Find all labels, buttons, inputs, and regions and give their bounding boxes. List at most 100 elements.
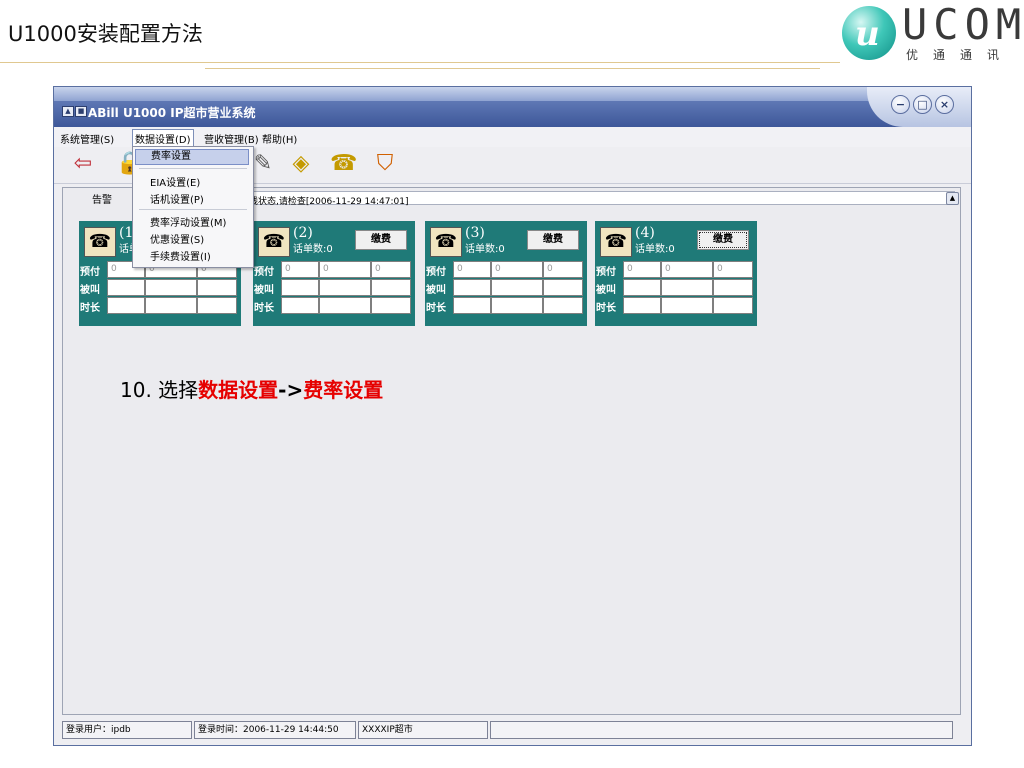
duration-row: 时长 xyxy=(79,297,241,314)
called-field[interactable] xyxy=(713,279,753,296)
duration-row: 时长 xyxy=(595,297,757,314)
duration-field[interactable] xyxy=(197,297,237,314)
alarm-message: 线状态,请检查[2006-11-29 14:47:01] xyxy=(249,197,409,207)
status-user: 登录用户：ipdb xyxy=(62,721,192,739)
menu-item-phone-settings[interactable]: 话机设置(P) xyxy=(150,191,204,206)
called-field[interactable] xyxy=(197,279,237,296)
duration-field[interactable] xyxy=(371,297,411,314)
called-field[interactable] xyxy=(107,279,145,296)
prepay-field[interactable]: 0 xyxy=(319,261,371,278)
prepay-field[interactable]: 0 xyxy=(371,261,411,278)
phone-icon[interactable]: ☎ xyxy=(600,227,632,257)
duration-field[interactable] xyxy=(713,297,753,314)
called-label: 被叫 xyxy=(80,285,100,296)
called-field[interactable] xyxy=(543,279,583,296)
pay-button[interactable]: 缴费 xyxy=(527,230,579,250)
terminal-number: (3) xyxy=(465,225,485,241)
prepay-row: 预付 0 0 0 xyxy=(425,261,587,278)
duration-field[interactable] xyxy=(319,297,371,314)
window-menu-icon[interactable]: ▲ xyxy=(62,106,74,117)
called-label: 被叫 xyxy=(596,285,616,296)
duration-field[interactable] xyxy=(491,297,543,314)
tab-alarm[interactable]: 告警 xyxy=(92,191,112,206)
status-login-time: 登录时间：2006-11-29 14:44:50 xyxy=(194,721,356,739)
phone-icon[interactable]: ☎ xyxy=(84,227,116,257)
menu-item-fee-settings[interactable]: 手续费设置(I) xyxy=(150,248,211,263)
called-label: 被叫 xyxy=(426,285,446,296)
duration-label: 时长 xyxy=(254,303,274,314)
called-field[interactable] xyxy=(661,279,713,296)
logo-letter: u xyxy=(855,14,880,54)
terminal-call-count: 话单数:0 xyxy=(635,244,675,255)
telephone-icon[interactable]: ☎ xyxy=(330,151,357,177)
called-field[interactable] xyxy=(281,279,319,296)
window-title: ABill U1000 IP超市营业系统 xyxy=(88,106,256,120)
annotation-item: 费率设置 xyxy=(303,378,384,402)
called-field[interactable] xyxy=(319,279,371,296)
duration-field[interactable] xyxy=(453,297,491,314)
annotation-prefix: 10. 选择 xyxy=(120,378,199,402)
ucom-logo: u UCOM 优通通讯 xyxy=(842,0,1022,64)
prepay-label: 预付 xyxy=(596,267,616,278)
called-field[interactable] xyxy=(453,279,491,296)
prepay-row: 预付 0 0 0 xyxy=(253,261,415,278)
duration-label: 时长 xyxy=(426,303,446,314)
logo-emblem-icon: u xyxy=(842,6,896,60)
called-label: 被叫 xyxy=(254,285,274,296)
called-field[interactable] xyxy=(491,279,543,296)
pay-button[interactable]: 缴费 xyxy=(355,230,407,250)
window-controls: − □ × xyxy=(867,87,971,127)
phone-icon[interactable]: ☎ xyxy=(258,227,290,257)
shield-icon[interactable]: ⛉ xyxy=(372,151,398,177)
pay-button[interactable]: 缴费 xyxy=(697,230,749,250)
step-annotation: 10. 选择数据设置->费率设置 xyxy=(120,374,383,403)
header-divider-secondary xyxy=(205,68,820,69)
duration-field[interactable] xyxy=(623,297,661,314)
status-extra xyxy=(490,721,953,739)
called-field[interactable] xyxy=(623,279,661,296)
menu-item-discount-settings[interactable]: 优惠设置(S) xyxy=(150,231,204,246)
minimize-button[interactable]: − xyxy=(891,95,910,114)
prepay-field[interactable]: 0 xyxy=(713,261,753,278)
prepay-field[interactable]: 0 xyxy=(543,261,583,278)
prepay-field[interactable]: 0 xyxy=(661,261,713,278)
duration-field[interactable] xyxy=(107,297,145,314)
phone-icon[interactable]: ☎ xyxy=(430,227,462,257)
prepay-field[interactable]: 0 xyxy=(453,261,491,278)
menu-system[interactable]: 系统管理(S) xyxy=(58,130,116,147)
alarm-scroll-button[interactable]: ▲ xyxy=(946,192,959,205)
duration-field[interactable] xyxy=(145,297,197,314)
menu-separator xyxy=(139,168,247,169)
prepay-field[interactable]: 0 xyxy=(623,261,661,278)
exit-icon[interactable]: ⇦ xyxy=(70,151,96,177)
duration-label: 时长 xyxy=(80,303,100,314)
called-row: 被叫 xyxy=(595,279,757,296)
called-field[interactable] xyxy=(371,279,411,296)
duration-field[interactable] xyxy=(281,297,319,314)
menu-item-rate-float-settings[interactable]: 费率浮动设置(M) xyxy=(150,214,226,229)
menu-item-rate-settings[interactable]: 费率设置 xyxy=(135,149,249,165)
header-divider xyxy=(0,62,840,63)
terminal-card-2: ☎ (2) 话单数:0 缴费 预付 0 0 0 被叫 时长 xyxy=(253,221,415,326)
logo-subtext: 优通通讯 xyxy=(906,48,1015,62)
called-field[interactable] xyxy=(145,279,197,296)
menu-item-eia-settings[interactable]: EIA设置(E) xyxy=(150,174,200,189)
prepay-field[interactable]: 0 xyxy=(281,261,319,278)
title-bar[interactable]: ▲ ■ ABill U1000 IP超市营业系统 − □ × xyxy=(54,87,971,127)
menu-bar: 系统管理(S) 数据设置(D) 营收管理(B) 帮助(H) xyxy=(54,127,971,148)
menu-revenue[interactable]: 营收管理(B) xyxy=(202,130,261,147)
window-app-icon: ■ xyxy=(75,106,87,117)
menu-help[interactable]: 帮助(H) xyxy=(260,130,299,147)
prepay-label: 预付 xyxy=(254,267,274,278)
eia-icon[interactable]: ◈ xyxy=(288,151,314,177)
slide-title: U1000安装配置方法 xyxy=(8,22,203,46)
close-button[interactable]: × xyxy=(935,95,954,114)
duration-field[interactable] xyxy=(661,297,713,314)
status-bar: 登录用户：ipdb 登录时间：2006-11-29 14:44:50 XXXXI… xyxy=(62,721,965,739)
annotation-menu: 数据设置 xyxy=(198,378,279,402)
maximize-button[interactable]: □ xyxy=(913,95,932,114)
duration-field[interactable] xyxy=(543,297,583,314)
prepay-field[interactable]: 0 xyxy=(491,261,543,278)
data-settings-dropdown: 费率设置 EIA设置(E) 话机设置(P) 费率浮动设置(M) 优惠设置(S) … xyxy=(132,146,254,268)
called-row: 被叫 xyxy=(79,279,241,296)
